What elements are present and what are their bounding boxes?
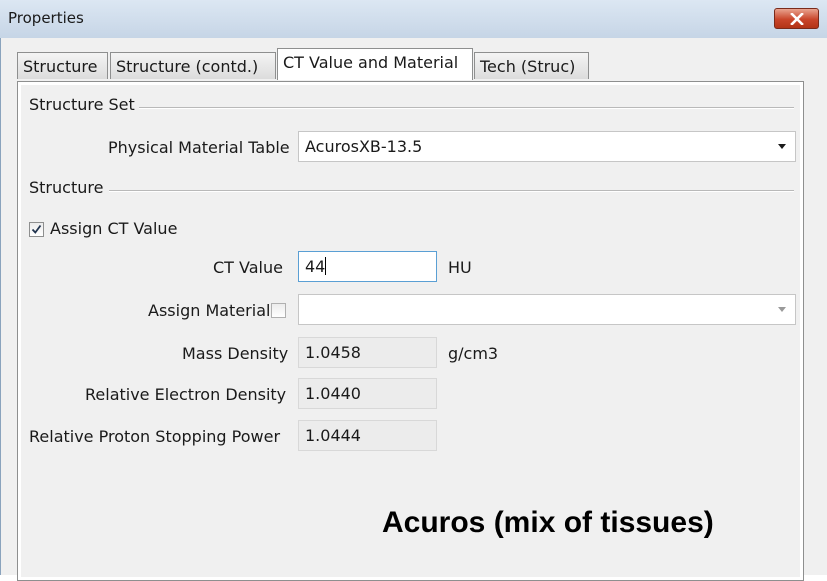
physical-material-table-dropdown[interactable]: AcurosXB-13.5 [298,131,796,162]
structure-set-group-label: Structure Set [29,95,137,114]
properties-window: Properties Structure Structure (contd.) … [0,0,827,581]
relative-proton-stopping-power-label: Relative Proton Stopping Power [29,427,281,446]
tab-structure-contd[interactable]: Structure (contd.) [110,52,276,79]
chevron-down-icon [778,144,786,149]
mass-density-field: 1.0458 [298,337,437,368]
annotation-caption: Acuros (mix of tissues) [382,506,714,539]
check-icon [31,224,42,234]
close-icon [790,13,804,25]
ct-value-input[interactable]: 44 [298,251,437,282]
window-title: Properties [8,9,84,27]
assign-material-label: Assign Material [148,301,271,320]
tab-panel-content: Structure Set Physical Material Table Ac… [21,85,800,577]
title-bar[interactable]: Properties [0,0,827,38]
structure-set-divider [139,107,794,109]
chevron-down-icon [778,307,786,312]
relative-electron-density-label: Relative Electron Density [85,385,287,404]
close-button[interactable] [774,8,819,29]
assign-material-dropdown[interactable] [298,294,796,325]
assign-material-checkbox[interactable] [271,303,286,318]
tab-tech-struc[interactable]: Tech (Struc) [474,52,589,79]
assign-ct-value-label: Assign CT Value [50,219,178,238]
tab-ct-value-and-material[interactable]: CT Value and Material [277,48,473,80]
physical-material-table-value: AcurosXB-13.5 [305,137,423,156]
mass-density-unit: g/cm3 [448,344,499,363]
assign-ct-value-checkbox[interactable] [29,222,44,237]
dialog-client-area: Structure Structure (contd.) CT Value an… [0,38,827,581]
relative-electron-density-field: 1.0440 [298,378,437,409]
relative-electron-density-value: 1.0440 [305,384,361,403]
physical-material-table-label: Physical Material Table [108,138,290,157]
structure-divider [109,190,794,192]
tab-structure[interactable]: Structure [17,52,108,79]
relative-proton-stopping-power-value: 1.0444 [305,426,361,445]
text-cursor [325,257,327,275]
ct-value-label: CT Value [213,258,283,277]
ct-value-text: 44 [305,257,326,276]
mass-density-label: Mass Density [182,344,289,363]
ct-value-unit: HU [448,258,472,277]
mass-density-value: 1.0458 [305,343,361,362]
relative-proton-stopping-power-field: 1.0444 [298,420,437,451]
structure-group-label: Structure [29,178,106,197]
